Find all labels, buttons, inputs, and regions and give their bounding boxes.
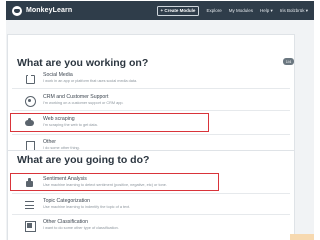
corner-decoration xyxy=(290,234,314,240)
create-module-button[interactable]: + Create Module xyxy=(156,5,200,16)
other-icon xyxy=(25,141,35,152)
crm-icon xyxy=(25,96,36,107)
social-media-icon xyxy=(25,74,35,84)
nav-explore[interactable]: Explore xyxy=(206,8,221,13)
going-to-do-heading: What are you going to do? xyxy=(17,154,150,166)
divider xyxy=(12,88,290,89)
option-description: I work in an app or platform that uses s… xyxy=(43,78,138,83)
highlight-web-scraping xyxy=(10,113,209,132)
option-description: Use machine learning to indentify the to… xyxy=(43,204,131,209)
option-description: I want to do some other type of classifi… xyxy=(43,225,119,230)
nav-menu: + Create Module Explore My Modules Help … xyxy=(156,5,308,16)
option-topic-categorization[interactable]: Topic Categorization Use machine learnin… xyxy=(12,198,290,210)
divider xyxy=(12,110,290,111)
option-other[interactable]: Other I do some other thing. xyxy=(12,139,290,152)
nav-my-modules[interactable]: My Modules xyxy=(229,8,253,13)
option-crm-support[interactable]: CRM and Customer Support I'm working on … xyxy=(12,94,290,107)
brand-logo[interactable]: MonkeyLearn xyxy=(12,5,73,16)
divider xyxy=(12,134,290,135)
option-social-media[interactable]: Social Media I work in an app or platfor… xyxy=(12,72,290,84)
divider xyxy=(12,193,290,194)
monkey-logo-icon xyxy=(12,5,22,16)
option-other-classification[interactable]: Other Classification I want to do some o… xyxy=(12,219,290,232)
option-description: I'm working on a customer support or CRM… xyxy=(43,100,124,105)
nav-help[interactable]: Help ▾ xyxy=(260,8,273,14)
other-classification-icon xyxy=(25,221,36,232)
brand-name: MonkeyLearn xyxy=(26,7,73,14)
nav-user-menu[interactable]: Iris Bolzbrük ▾ xyxy=(280,8,308,14)
highlight-sentiment-analysis xyxy=(10,173,219,191)
divider xyxy=(12,214,290,215)
step-badge: 1/4 xyxy=(283,58,294,65)
topic-icon xyxy=(25,200,34,209)
working-on-heading: What are you working on? xyxy=(17,57,149,69)
top-navbar: MonkeyLearn + Create Module Explore My M… xyxy=(6,1,314,20)
